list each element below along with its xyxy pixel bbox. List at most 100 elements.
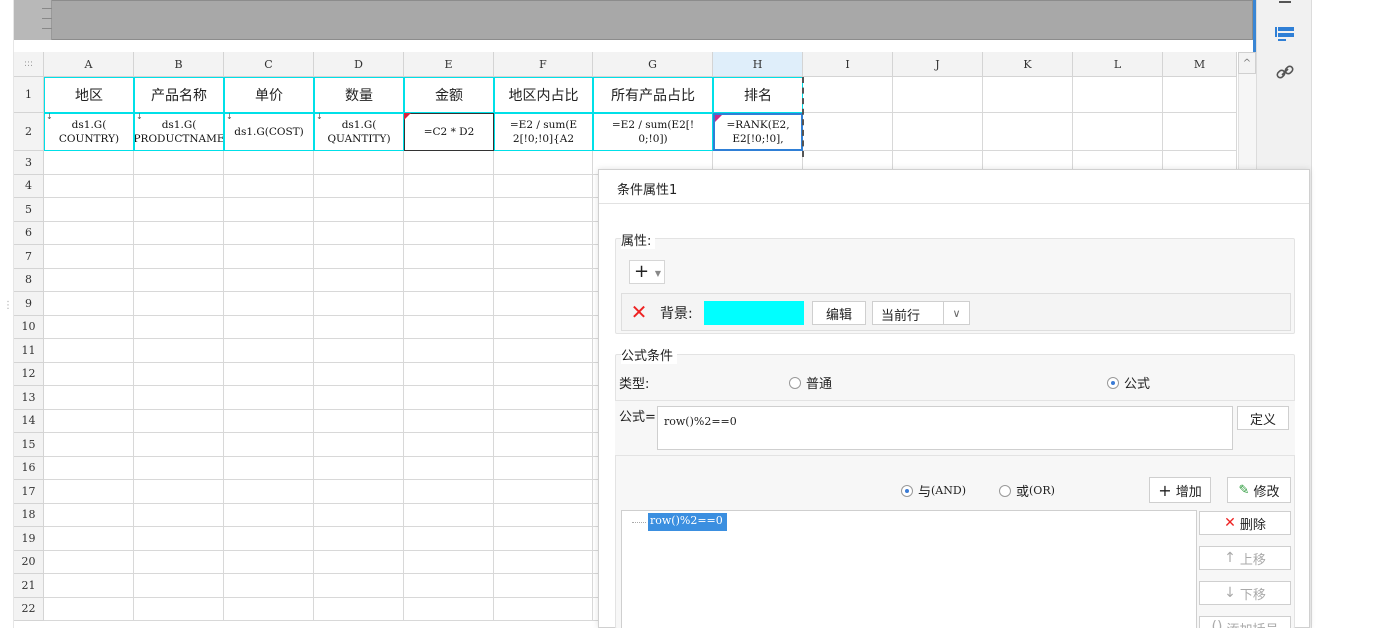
cell-a8[interactable] (44, 268, 134, 292)
chevron-down-icon[interactable]: ∨ (943, 301, 969, 325)
cell-d8[interactable] (314, 268, 404, 292)
cell-a6[interactable] (44, 221, 134, 245)
cell-d20[interactable] (314, 550, 404, 574)
cell-b12[interactable] (134, 362, 224, 386)
cell-b17[interactable] (134, 480, 224, 504)
cell-d18[interactable] (314, 503, 404, 527)
cell-f22[interactable] (494, 597, 593, 621)
cell-e14[interactable] (404, 409, 494, 433)
cell-j1[interactable] (893, 77, 983, 113)
cell-f1[interactable]: 地区内占比 (494, 77, 593, 113)
cell-a7[interactable] (44, 245, 134, 269)
column-header-f[interactable]: F (494, 52, 593, 77)
cell-h2[interactable]: =RANK(E2, E2[!0;!0], (713, 113, 803, 151)
cell-e21[interactable] (404, 574, 494, 598)
row-header-12[interactable]: 12 (14, 362, 44, 386)
cell-c14[interactable] (224, 409, 314, 433)
cell-b3[interactable] (134, 151, 224, 175)
cell-a4[interactable] (44, 174, 134, 198)
cell-e17[interactable] (404, 480, 494, 504)
cell-f17[interactable] (494, 480, 593, 504)
cell-c2[interactable]: ds1.G(COST) (224, 113, 314, 151)
cell-c4[interactable] (224, 174, 314, 198)
row-header-16[interactable]: 16 (14, 456, 44, 480)
column-header-b[interactable]: B (134, 52, 224, 77)
background-color-swatch[interactable] (704, 301, 804, 325)
cell-c3[interactable] (224, 151, 314, 175)
minus-icon[interactable] (1273, 0, 1297, 12)
cell-e20[interactable] (404, 550, 494, 574)
remove-attribute-icon[interactable]: ✕ (628, 302, 650, 324)
cell-e19[interactable] (404, 527, 494, 551)
row-header-22[interactable]: 22 (14, 597, 44, 621)
cell-c18[interactable] (224, 503, 314, 527)
column-header-h[interactable]: H (713, 52, 803, 77)
cell-a5[interactable] (44, 198, 134, 222)
scope-select[interactable]: 当前行 ∨ (872, 301, 970, 325)
cell-a13[interactable] (44, 386, 134, 410)
cell-c16[interactable] (224, 456, 314, 480)
column-header-j[interactable]: J (893, 52, 983, 77)
cell-e18[interactable] (404, 503, 494, 527)
cell-f3[interactable] (494, 151, 593, 175)
cell-b19[interactable] (134, 527, 224, 551)
cell-b16[interactable] (134, 456, 224, 480)
cell-j2[interactable] (893, 113, 983, 151)
cell-b4[interactable] (134, 174, 224, 198)
modify-condition-button[interactable]: ✎ 修改 (1227, 477, 1291, 503)
cell-f11[interactable] (494, 339, 593, 363)
cell-l1[interactable] (1073, 77, 1163, 113)
add-attribute-button[interactable]: + ▼ (629, 260, 665, 284)
cell-a15[interactable] (44, 433, 134, 457)
column-header-a[interactable]: A (44, 52, 134, 77)
row-header-13[interactable]: 13 (14, 386, 44, 410)
cell-b21[interactable] (134, 574, 224, 598)
add-bracket-button[interactable]: ()添加括号 (1199, 616, 1291, 628)
move-down-button[interactable]: ↓ 下移 (1199, 581, 1291, 605)
cell-c11[interactable] (224, 339, 314, 363)
cell-d22[interactable] (314, 597, 404, 621)
cell-f7[interactable] (494, 245, 593, 269)
cell-e16[interactable] (404, 456, 494, 480)
cell-e1[interactable]: 金额 (404, 77, 494, 113)
cell-b11[interactable] (134, 339, 224, 363)
radio-normal[interactable]: 普通 (789, 373, 832, 392)
column-header-k[interactable]: K (983, 52, 1073, 77)
cell-a2[interactable]: ds1.G( COUNTRY) (44, 113, 134, 151)
cell-c12[interactable] (224, 362, 314, 386)
radio-or[interactable]: 或 (OR) (999, 481, 1055, 500)
cell-a20[interactable] (44, 550, 134, 574)
cell-e12[interactable] (404, 362, 494, 386)
link-icon[interactable] (1273, 60, 1297, 84)
column-header-g[interactable]: G (593, 52, 713, 77)
cell-d2[interactable]: ds1.G( QUANTITY) (314, 113, 404, 151)
cell-b9[interactable] (134, 292, 224, 316)
cell-d14[interactable] (314, 409, 404, 433)
cell-a17[interactable] (44, 480, 134, 504)
move-up-button[interactable]: ↑ 上移 (1199, 546, 1291, 570)
cell-d21[interactable] (314, 574, 404, 598)
resize-handle-icon[interactable]: ⋮ (3, 300, 13, 311)
cell-d4[interactable] (314, 174, 404, 198)
cell-k2[interactable] (983, 113, 1073, 151)
cell-c6[interactable] (224, 221, 314, 245)
cell-b15[interactable] (134, 433, 224, 457)
cell-f5[interactable] (494, 198, 593, 222)
cell-c20[interactable] (224, 550, 314, 574)
cell-b22[interactable] (134, 597, 224, 621)
cell-f9[interactable] (494, 292, 593, 316)
cell-f12[interactable] (494, 362, 593, 386)
row-header-20[interactable]: 20 (14, 550, 44, 574)
radio-and[interactable]: 与 (AND) (901, 481, 966, 500)
cell-f21[interactable] (494, 574, 593, 598)
cell-e5[interactable] (404, 198, 494, 222)
cell-b6[interactable] (134, 221, 224, 245)
cell-m2[interactable] (1163, 113, 1237, 151)
cell-f8[interactable] (494, 268, 593, 292)
cell-l2[interactable] (1073, 113, 1163, 151)
cell-d11[interactable] (314, 339, 404, 363)
delete-button[interactable]: ✕ 删除 (1199, 511, 1291, 535)
cell-f10[interactable] (494, 315, 593, 339)
cell-e15[interactable] (404, 433, 494, 457)
cell-a21[interactable] (44, 574, 134, 598)
